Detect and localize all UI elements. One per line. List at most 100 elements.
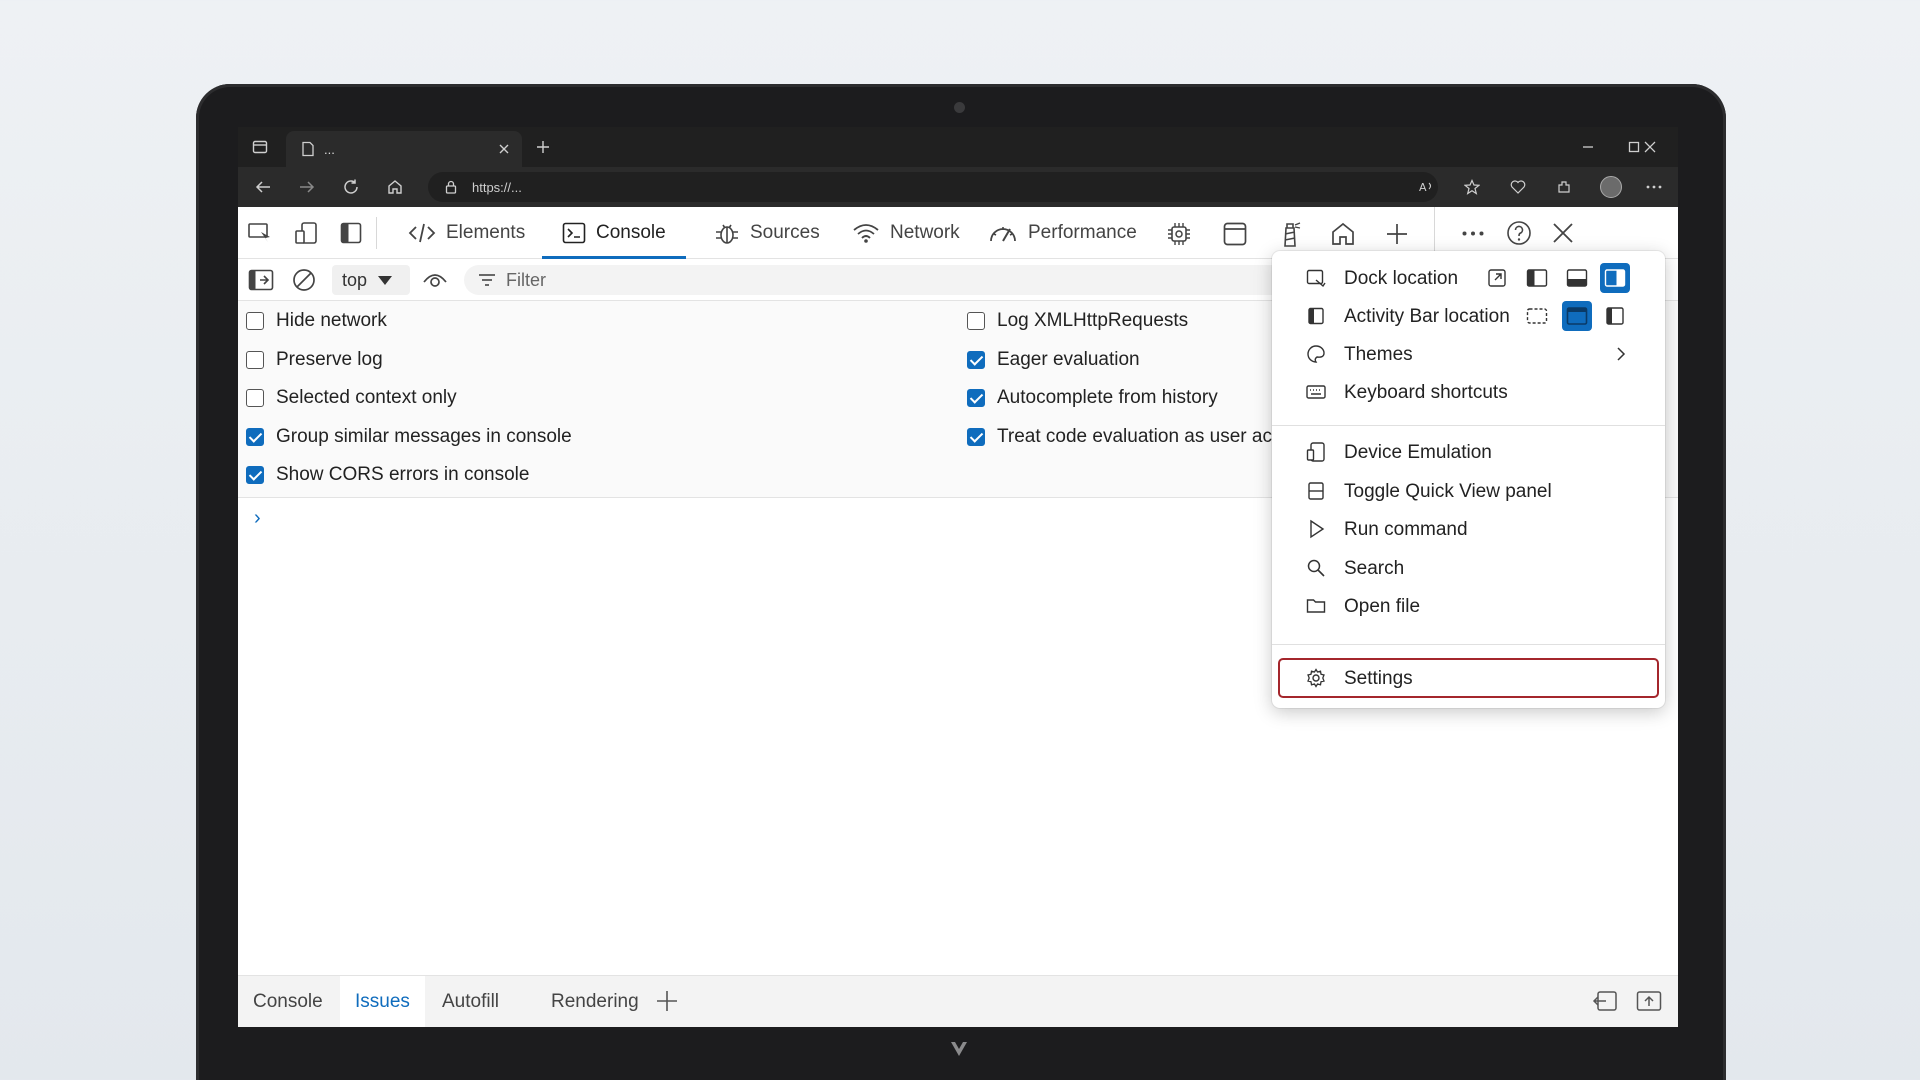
menu-item-label: Run command [1344, 519, 1468, 540]
menu-item-label: Toggle Quick View panel [1344, 481, 1552, 502]
drawer-tab-rendering[interactable]: Rendering [536, 976, 654, 1027]
quick-view-icon [1308, 482, 1324, 500]
option-eager-eval[interactable]: Eager evaluation [967, 349, 1140, 371]
checkbox[interactable] [967, 312, 985, 330]
option-label: Selected context only [276, 387, 457, 408]
checkbox[interactable] [967, 351, 985, 369]
option-log-xhr[interactable]: Log XMLHttpRequests [967, 310, 1188, 332]
dock-left-button[interactable] [1522, 263, 1552, 293]
tab-performance[interactable]: Performance [984, 207, 1141, 259]
menu-item-keyboard-shortcuts[interactable]: Keyboard shortcuts [1272, 373, 1665, 411]
home-icon[interactable] [386, 178, 404, 196]
laptop-logo-icon [951, 1042, 967, 1056]
memory-icon[interactable] [1166, 221, 1192, 247]
lock-icon[interactable] [444, 180, 458, 194]
drawer-add-icon[interactable] [656, 990, 678, 1012]
profile-avatar[interactable] [1600, 176, 1622, 198]
toolbar-separator [376, 217, 377, 249]
option-hide-network[interactable]: Hide network [246, 310, 387, 332]
sidebar-show-icon[interactable] [248, 269, 274, 291]
drawer-tab-console[interactable]: Console [238, 976, 338, 1027]
extensions-icon[interactable] [1556, 179, 1572, 195]
minimize-icon[interactable] [1582, 141, 1594, 153]
tab-network[interactable]: Network [848, 207, 964, 259]
menu-separator [1272, 425, 1665, 426]
close-window-icon[interactable] [1644, 141, 1656, 153]
browser-tabstrip: ... [238, 127, 1678, 167]
inspect-icon[interactable] [248, 222, 272, 244]
context-select[interactable]: top [332, 265, 410, 295]
activity-bar-float-button[interactable] [1522, 301, 1552, 331]
favorites-icon[interactable] [1510, 179, 1526, 195]
drawer-tab-autofill[interactable]: Autofill [427, 976, 514, 1027]
application-icon[interactable] [1222, 221, 1248, 247]
checkbox[interactable] [246, 312, 264, 330]
activity-bar-side-button[interactable] [1600, 301, 1630, 331]
option-cors-errors[interactable]: Show CORS errors in console [246, 464, 529, 486]
forward-icon[interactable] [298, 178, 316, 196]
menu-item-quick-view[interactable]: Toggle Quick View panel [1272, 472, 1665, 510]
url-text: https://... [472, 180, 522, 195]
help-icon[interactable] [1506, 220, 1532, 246]
clear-console-icon[interactable] [292, 268, 316, 292]
menu-item-label: Search [1344, 558, 1405, 579]
more-tools-icon[interactable] [1386, 223, 1408, 245]
live-expression-icon[interactable] [422, 270, 448, 290]
browser-address-row: https://... A [238, 167, 1678, 207]
sidebar-toggle-icon[interactable] [340, 222, 362, 244]
favorite-icon[interactable] [1464, 179, 1480, 195]
menu-item-search[interactable]: Search [1272, 549, 1665, 587]
address-bar[interactable]: https://... [428, 172, 1438, 202]
gauge-icon [990, 227, 1016, 242]
browser-tab[interactable]: ... [286, 131, 522, 167]
more-icon[interactable] [1646, 185, 1662, 189]
svg-text:A: A [1419, 181, 1427, 194]
context-select-value: top [342, 269, 368, 290]
tab-actions-icon[interactable] [252, 139, 268, 155]
drawer-dock-icon[interactable] [1592, 990, 1618, 1012]
dock-undock-button[interactable] [1482, 263, 1512, 293]
option-autocomplete[interactable]: Autocomplete from history [967, 387, 1218, 409]
checkbox[interactable] [246, 351, 264, 369]
checkbox[interactable] [967, 389, 985, 407]
activity-bar-top-button[interactable] [1562, 301, 1592, 331]
back-icon[interactable] [254, 178, 272, 196]
option-preserve-log[interactable]: Preserve log [246, 349, 383, 371]
checkbox[interactable] [967, 428, 985, 446]
option-group-similar[interactable]: Group similar messages in console [246, 426, 572, 448]
tab-network-label: Network [890, 222, 960, 243]
customize-menu-icon[interactable] [1462, 231, 1484, 236]
menu-item-open-file[interactable]: Open file [1272, 587, 1665, 625]
menu-item-run-command[interactable]: Run command [1272, 510, 1665, 548]
tab-elements[interactable]: Elements [404, 207, 529, 259]
drawer-tab-issues[interactable]: Issues [340, 976, 425, 1027]
close-devtools-icon[interactable] [1552, 222, 1574, 244]
console-prompt[interactable]: › [254, 507, 261, 530]
checkbox[interactable] [246, 466, 264, 484]
welcome-home-icon[interactable] [1330, 221, 1356, 247]
tab-console[interactable]: Console [542, 207, 686, 259]
camera-dot [954, 102, 965, 113]
dock-bottom-button[interactable] [1562, 263, 1592, 293]
option-selected-context[interactable]: Selected context only [246, 387, 457, 409]
new-tab-icon[interactable] [536, 140, 550, 154]
lighthouse-icon[interactable] [1278, 220, 1302, 248]
tab-sources[interactable]: Sources [710, 207, 824, 259]
wifi-icon [853, 224, 879, 243]
code-icon [408, 223, 436, 243]
device-toolbar-icon[interactable] [294, 221, 318, 245]
option-user-activation[interactable]: Treat code evaluation as user act [967, 426, 1277, 448]
checkbox[interactable] [246, 428, 264, 446]
menu-item-themes[interactable]: Themes [1272, 335, 1665, 373]
drawer-expand-icon[interactable] [1636, 990, 1662, 1012]
read-aloud-icon[interactable]: A [1418, 179, 1434, 195]
undock-icon [1488, 269, 1506, 287]
refresh-icon[interactable] [342, 178, 360, 196]
activity-bar-icon [1308, 307, 1324, 325]
menu-item-device-emulation[interactable]: Device Emulation [1272, 433, 1665, 471]
checkbox[interactable] [246, 389, 264, 407]
dock-bottom-icon [1566, 269, 1588, 287]
maximize-icon[interactable] [1628, 141, 1640, 153]
close-tab-icon[interactable] [498, 143, 510, 155]
dock-right-button[interactable] [1600, 263, 1630, 293]
